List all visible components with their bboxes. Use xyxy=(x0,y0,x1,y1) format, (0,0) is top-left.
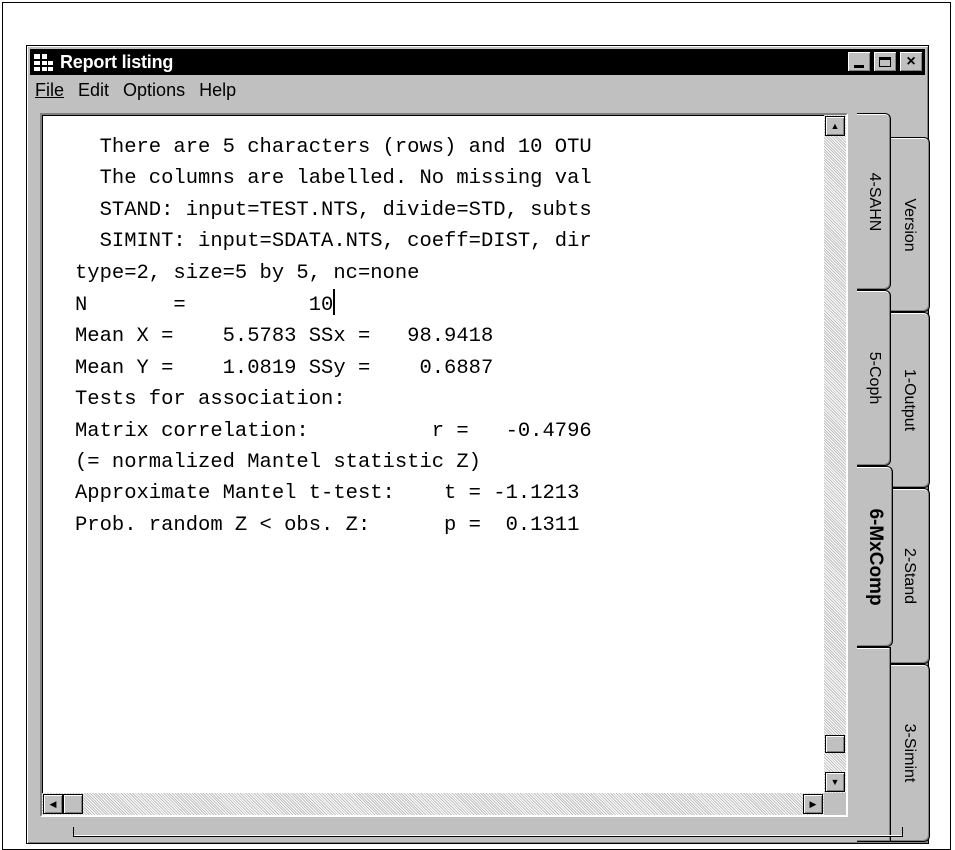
arrow-up-icon: ▲ xyxy=(830,121,840,131)
scroll-left-button[interactable]: ◀ xyxy=(43,794,63,814)
menu-options[interactable]: Options xyxy=(118,80,194,101)
tab-stack-filler xyxy=(857,647,891,842)
minimize-icon xyxy=(854,65,864,68)
app-grid-icon xyxy=(32,51,56,73)
tab-6-mxcomp[interactable]: 6-MxComp xyxy=(857,466,893,647)
report-line: Approximate Mantel t-test: t = -1.1213 xyxy=(75,482,580,506)
tab-1-output[interactable]: 1-Output xyxy=(889,312,930,488)
close-button[interactable]: × xyxy=(899,51,923,72)
tab-4-sahn[interactable]: 4-SAHN xyxy=(857,113,891,290)
scroll-up-button[interactable]: ▲ xyxy=(825,116,845,136)
tab-3-simint[interactable]: 3-Simint xyxy=(889,664,930,842)
report-listing-window: Report listing × File Edit Options Help … xyxy=(26,45,930,844)
tab-version[interactable]: Version xyxy=(889,137,930,312)
tab-strip: Version 1-Output 2-Stand 3-Simint 4-SAHN… xyxy=(857,113,930,843)
arrow-down-icon: ▼ xyxy=(830,777,840,787)
scrollbar-corner xyxy=(824,793,846,815)
report-line: N = 10 xyxy=(75,294,334,318)
horizontal-scroll-thumb[interactable] xyxy=(63,794,83,814)
report-text: There are 5 characters (rows) and 10 OTU… xyxy=(75,132,592,541)
report-line: Prob. random Z < obs. Z: p = 0.1311 xyxy=(75,513,580,537)
scroll-right-button[interactable]: ▶ xyxy=(803,794,823,814)
vertical-scrollbar[interactable]: ▲ ▼ xyxy=(824,115,846,793)
tab-2-stand[interactable]: 2-Stand xyxy=(889,488,930,664)
report-line: STAND: input=TEST.NTS, divide=STD, subts xyxy=(75,198,592,222)
report-line: Mean Y = 1.0819 SSy = 0.6887 xyxy=(75,356,494,380)
bottom-tab-edge xyxy=(73,827,903,837)
menu-file[interactable]: File xyxy=(30,80,73,101)
report-line: type=2, size=5 by 5, nc=none xyxy=(75,261,420,285)
tab-5-coph[interactable]: 5-Coph xyxy=(857,290,891,466)
report-line-with-caret: N = 10 xyxy=(75,289,592,321)
report-line: Tests for association: xyxy=(75,388,346,412)
report-line: The columns are labelled. No missing val xyxy=(75,167,592,191)
close-icon: × xyxy=(906,52,916,70)
vertical-scroll-thumb[interactable] xyxy=(825,735,845,753)
report-line: There are 5 characters (rows) and 10 OTU xyxy=(75,136,592,159)
menu-help[interactable]: Help xyxy=(194,80,245,101)
maximize-icon xyxy=(879,56,891,67)
report-line: SIMINT: input=SDATA.NTS, coeff=DIST, dir xyxy=(75,230,592,254)
horizontal-scrollbar[interactable]: ◀ ▶ xyxy=(42,793,824,815)
text-caret xyxy=(333,289,336,316)
report-line: (= normalized Mantel statistic Z) xyxy=(75,451,481,475)
scroll-down-button[interactable]: ▼ xyxy=(825,772,845,792)
arrow-right-icon: ▶ xyxy=(809,798,817,809)
menu-bar: File Edit Options Help xyxy=(30,76,925,104)
menu-edit[interactable]: Edit xyxy=(73,80,118,101)
window-title: Report listing xyxy=(60,51,174,72)
report-line: Mean X = 5.5783 SSx = 98.9418 xyxy=(75,325,494,349)
report-line: Matrix correlation: r = -0.4796 xyxy=(75,419,592,443)
maximize-button[interactable] xyxy=(873,51,897,72)
minimize-button[interactable] xyxy=(847,51,871,72)
title-bar[interactable]: Report listing × xyxy=(30,49,925,75)
report-text-pane[interactable]: There are 5 characters (rows) and 10 OTU… xyxy=(40,113,848,817)
arrow-left-icon: ◀ xyxy=(49,798,57,809)
